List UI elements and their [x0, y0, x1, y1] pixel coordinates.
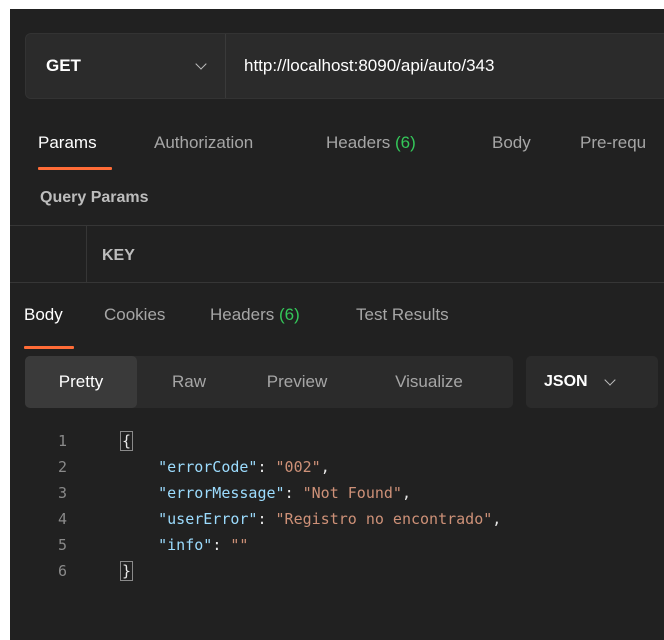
json-punctuation: [122, 458, 158, 476]
code-text: "errorMessage": "Not Found",: [122, 481, 411, 505]
method-select[interactable]: GET: [26, 34, 226, 98]
code-text: }: [120, 559, 134, 583]
params-table-header: KEY: [10, 225, 664, 283]
tab-headers[interactable]: Headers (6): [326, 133, 416, 153]
tab-body[interactable]: Body: [492, 133, 531, 153]
response-tabs: Body Cookies Headers (6) Test Results: [10, 295, 664, 349]
tab-params[interactable]: Params: [38, 133, 97, 153]
json-string: "002": [275, 458, 321, 476]
tab-response-headers[interactable]: Headers (6): [210, 305, 300, 325]
tab-cookies[interactable]: Cookies: [104, 305, 165, 325]
json-punctuation: :: [284, 484, 303, 502]
line-number: 6: [58, 562, 68, 580]
json-brace: }: [120, 561, 134, 581]
url-input[interactable]: http://localhost:8090/api/auto/343: [226, 34, 664, 98]
json-punctuation: ,: [320, 458, 330, 476]
tab-label: Body: [24, 305, 63, 324]
json-punctuation: [122, 510, 158, 528]
format-select[interactable]: JSON: [526, 356, 658, 408]
code-text: "errorCode": "002",: [122, 455, 330, 479]
json-string: "": [230, 536, 249, 554]
code-text: {: [120, 429, 134, 453]
tab-pre-request[interactable]: Pre-requ: [580, 133, 646, 153]
line-number: 2: [58, 458, 68, 476]
view-visualize[interactable]: Visualize: [369, 356, 489, 408]
tab-label: Params: [38, 133, 97, 152]
tab-test-results[interactable]: Test Results: [356, 305, 449, 325]
method-label: GET: [46, 56, 81, 75]
request-tabs: Params Authorization Headers (6) Body Pr…: [10, 127, 664, 171]
view-mode-switch: Pretty Raw Preview Visualize: [25, 356, 513, 408]
json-punctuation: :: [257, 510, 276, 528]
view-raw[interactable]: Raw: [149, 356, 229, 408]
json-brace: {: [120, 431, 134, 451]
postman-window: GET http://localhost:8090/api/auto/343 P…: [10, 9, 664, 640]
json-key: "errorCode": [158, 458, 258, 476]
tab-label: Cookies: [104, 305, 166, 324]
column-divider: [86, 226, 87, 282]
active-tab-indicator: [24, 346, 74, 349]
json-punctuation: ,: [401, 484, 411, 502]
tab-authorization[interactable]: Authorization: [154, 133, 253, 153]
view-pretty[interactable]: Pretty: [25, 356, 137, 408]
json-punctuation: :: [257, 458, 276, 476]
tab-label: Authorization: [154, 133, 254, 152]
active-tab-indicator: [38, 167, 112, 170]
headers-count: (6): [395, 133, 416, 152]
line-number: 3: [58, 484, 68, 502]
key-column-header: KEY: [102, 247, 135, 264]
json-key: "errorMessage": [158, 484, 285, 502]
json-punctuation: [122, 536, 158, 554]
view-preview[interactable]: Preview: [247, 356, 347, 408]
line-number: 4: [58, 510, 68, 528]
query-params-title: Query Params: [40, 189, 149, 206]
tab-label: Headers: [210, 305, 275, 324]
json-punctuation: [122, 484, 158, 502]
json-punctuation: :: [212, 536, 231, 554]
json-string: "Not Found": [302, 484, 402, 502]
tab-label: Body: [492, 133, 531, 152]
tab-label: Pre-requ: [580, 133, 647, 152]
tab-label: Headers: [326, 133, 391, 152]
request-bar: GET http://localhost:8090/api/auto/343: [25, 33, 664, 99]
format-label: JSON: [544, 373, 588, 390]
json-key: "userError": [158, 510, 258, 528]
line-number: 1: [58, 432, 68, 450]
tab-response-body[interactable]: Body: [24, 305, 63, 325]
json-punctuation: ,: [492, 510, 502, 528]
tab-label: Test Results: [356, 305, 449, 324]
code-text: "userError": "Registro no encontrado",: [122, 507, 501, 531]
chevron-down-icon: [603, 374, 616, 386]
chevron-down-icon: [195, 58, 207, 70]
code-text: "info": "": [122, 533, 248, 557]
json-key: "info": [158, 536, 213, 554]
line-number: 5: [58, 536, 68, 554]
headers-count: (6): [279, 305, 300, 324]
json-string: "Registro no encontrado": [275, 510, 493, 528]
